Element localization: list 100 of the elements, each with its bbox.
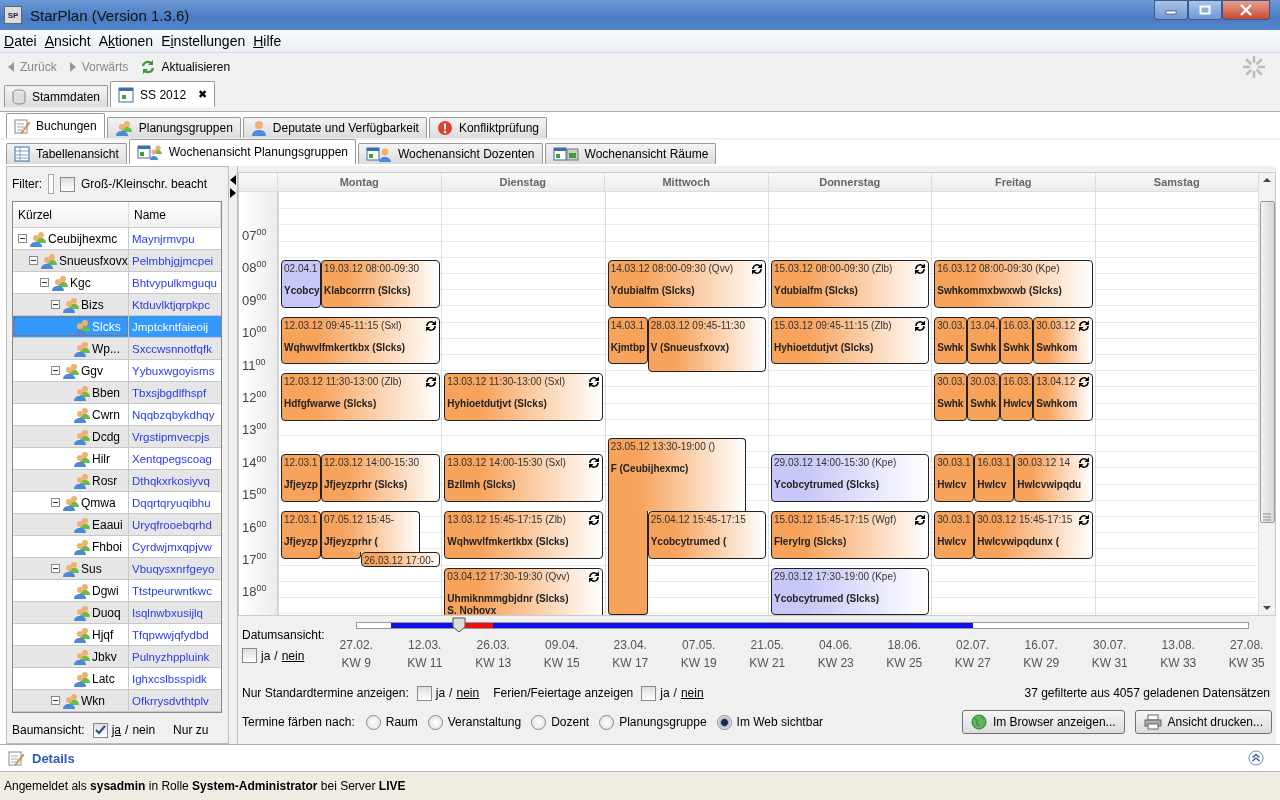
tree-row[interactable]: Sus Vbuqysxnrfgeyo bbox=[13, 558, 221, 580]
tab[interactable]: Konfliktprüfung bbox=[428, 117, 547, 138]
calendar-event[interactable]: 13.03.12 11:30-13:00 (Sxl) Hyhioetdutjvt (Slcks) bbox=[444, 373, 603, 422]
tree-row[interactable]: Snueusfxovx Pelmbhjgjmcpei bbox=[13, 250, 221, 272]
toolbar-button[interactable]: Aktualisieren bbox=[137, 57, 234, 77]
calendar-event[interactable]: 14.03.12 08:00-09:30 (Qvv) Ydubialfm (Slcks) bbox=[607, 260, 767, 308]
expand-up-icon[interactable] bbox=[1248, 750, 1264, 766]
tree-row[interactable]: Rosr Dthqkxrkosiyvq bbox=[13, 470, 221, 492]
tree-row[interactable]: Latc Ighxcslbsspidk bbox=[13, 668, 221, 690]
collapse-toggle-icon[interactable] bbox=[51, 300, 60, 309]
collapse-toggle-icon[interactable] bbox=[18, 234, 27, 243]
calendar-event[interactable]: 12.03.12 11:30-13:00 (Zlb) Hdfgfwarwe (Slcks) bbox=[281, 373, 440, 422]
collapse-toggle-icon[interactable] bbox=[40, 278, 49, 287]
calendar-event[interactable]: 29.03.12 14:00-15:30 (Kpe) Ycobcytrumed (Slcks) bbox=[771, 454, 930, 503]
print-button[interactable]: Ansicht drucken... bbox=[1134, 710, 1272, 734]
calendar-event[interactable]: 25.04.12 15:45-17:15 Ycobcytrumed ( bbox=[647, 511, 767, 559]
tab[interactable]: Tabellenansicht bbox=[6, 143, 127, 164]
tab[interactable]: Buchungen bbox=[6, 113, 105, 138]
calendar-event[interactable]: 28.03.12 09:45-11:30 V (Snueusfxovx) bbox=[647, 316, 767, 373]
maximize-button[interactable] bbox=[1188, 0, 1222, 20]
browser-button[interactable]: Im Browser anzeigen... bbox=[961, 710, 1125, 734]
tab[interactable]: Wochenansicht Dozenten bbox=[358, 143, 543, 164]
tree-row[interactable]: Bben Tbxsjbgdlfhspf bbox=[13, 382, 221, 404]
yes-link[interactable]: ja bbox=[111, 723, 122, 737]
calendar-event[interactable]: 15.03.12 08:00-09:30 (Zlb) Ydubialfm (Slcks) bbox=[771, 260, 930, 308]
yes-link[interactable]: ja bbox=[435, 686, 446, 700]
calendar-event[interactable]: 03.04.12 17:30-19:30 (Qvv) Uhmiknmmgbjdnr (Slcks) S. Nohovx bbox=[444, 567, 603, 615]
calendar-event[interactable]: 12.03.12 09:45-11:15 (Sxl) Wqhwvlfmkertkbx (Slcks) bbox=[281, 316, 440, 365]
close-button[interactable] bbox=[1222, 0, 1270, 20]
calendar-event-extension[interactable] bbox=[321, 551, 361, 559]
no-link[interactable]: nein bbox=[281, 648, 305, 663]
tree-row[interactable]: Hilr Xentqpegscoag bbox=[13, 448, 221, 470]
column-header[interactable]: Name bbox=[129, 202, 221, 227]
tree-row[interactable]: Kgc Bhtvypulkmguqu bbox=[13, 272, 221, 294]
checkbox[interactable] bbox=[92, 722, 108, 738]
calendar-event[interactable]: 30.03.12 15:45-17:15 Hwlcvwipqdunx ( bbox=[974, 511, 1093, 559]
tab[interactable]: Wochenansicht Räume bbox=[544, 143, 717, 164]
tree-row[interactable]: Wp... Sxccwsnnotfqfk bbox=[13, 338, 221, 360]
tab[interactable]: Stammdaten bbox=[4, 85, 109, 107]
tree-row[interactable]: Cwrn Nqqbzqbykdhqy bbox=[13, 404, 221, 426]
calendar-event[interactable]: 19.03.12 08:00-09:30 Klabcorrrn (Slcks) bbox=[321, 260, 440, 308]
radio-button[interactable] bbox=[716, 714, 732, 730]
menu-item[interactable]: Einstellungen bbox=[157, 30, 250, 52]
collapse-toggle-icon[interactable] bbox=[29, 256, 38, 265]
radio-button[interactable] bbox=[531, 714, 547, 730]
filter-field[interactable] bbox=[48, 174, 54, 194]
no-link[interactable]: nein bbox=[456, 686, 480, 700]
calendar-event[interactable]: 29.03.12 17:30-19:00 (Kpe) Ycobcytrumed (Slcks) bbox=[771, 567, 930, 615]
calendar-event[interactable]: 12.03.12 14:00-15:30 Jfjeyzprhr (Slcks) bbox=[321, 454, 440, 503]
calendar-event[interactable]: 30.03. Swhk bbox=[967, 373, 1001, 422]
scrollbar-thumb[interactable] bbox=[1259, 201, 1275, 523]
tab[interactable]: Deputate und Verfügbarkeit bbox=[242, 117, 427, 138]
calendar-event[interactable]: 30.03. Swhk bbox=[934, 373, 968, 422]
scroll-down-icon[interactable] bbox=[1262, 605, 1272, 611]
calendar-event[interactable]: 30.03.12 Swhkom bbox=[1033, 316, 1093, 365]
tab[interactable]: SS 2012 ✖ bbox=[110, 81, 216, 107]
collapse-toggle-icon[interactable] bbox=[51, 696, 60, 705]
calendar-event[interactable]: 13.03.12 15:45-17:15 (Zlb) Wqhwvlfmkertkbx (Slcks) bbox=[444, 511, 603, 559]
calendar-event[interactable]: 13.04.12 Swhkom bbox=[1033, 373, 1093, 422]
minimize-button[interactable] bbox=[1154, 0, 1188, 20]
tree-row[interactable]: Dgwi Ttstpeurwntkwc bbox=[13, 580, 221, 602]
calendar-event[interactable]: 30.03.12 14 Hwlcvwipqdu bbox=[1014, 454, 1093, 503]
calendar-event[interactable]: 16.03. Swhk bbox=[1000, 316, 1034, 365]
menu-item[interactable]: Datei bbox=[0, 30, 41, 52]
tree-row[interactable]: Hjqf Tfqpwwjqfydbd bbox=[13, 624, 221, 646]
calendar-event[interactable]: 15.03.12 09:45-11:15 (Zlb) Hyhioetdutjvt (Slcks) bbox=[771, 316, 930, 365]
calendar-event[interactable]: 07.05.12 15:45- Jfjeyzprhr ( bbox=[321, 511, 420, 552]
yes-link[interactable]: ja bbox=[261, 648, 271, 663]
menu-item[interactable]: Ansicht bbox=[40, 30, 95, 52]
tree-row[interactable]: Duoq Isqlnwbxusijlq bbox=[13, 602, 221, 624]
collapse-toggle-icon[interactable] bbox=[51, 564, 60, 573]
menu-item[interactable]: Hilfe bbox=[249, 30, 286, 52]
tree-row[interactable]: Bizs Ktduvlktjqrpkpc bbox=[13, 294, 221, 316]
calendar-event[interactable]: 14.03.1 Kjmtbp bbox=[607, 316, 648, 365]
calendar-event-extension[interactable] bbox=[607, 511, 648, 615]
splitter-arrows-icon[interactable] bbox=[230, 174, 236, 200]
tab[interactable]: Wochenansicht Planungsgruppen bbox=[128, 139, 356, 164]
radio-button[interactable] bbox=[427, 714, 443, 730]
slider-thumb[interactable] bbox=[452, 617, 466, 633]
checkbox[interactable] bbox=[641, 685, 657, 701]
calendar-event[interactable]: 12.03.1 Jfjeyzp bbox=[281, 511, 321, 559]
checkbox[interactable] bbox=[416, 685, 432, 701]
calendar-event[interactable]: 13.03.12 14:00-15:30 (Sxl) Bzllmh (Slcks) bbox=[444, 454, 603, 503]
calendar-event[interactable]: 13.04. Swhk bbox=[967, 316, 1001, 365]
no-link[interactable]: nein bbox=[132, 723, 156, 737]
checkbox[interactable] bbox=[60, 176, 75, 192]
radio-button[interactable] bbox=[599, 714, 615, 730]
menu-item[interactable]: Aktionen bbox=[94, 30, 158, 52]
calendar-event[interactable]: 30.03.1 Hwlcv bbox=[934, 511, 975, 559]
collapse-toggle-icon[interactable] bbox=[51, 498, 60, 507]
vertical-scrollbar[interactable] bbox=[1258, 173, 1275, 615]
calendar-event[interactable]: 26.03.12 17:00- bbox=[361, 551, 440, 567]
calendar-event[interactable]: 30.03. Swhk bbox=[934, 316, 968, 365]
tab[interactable]: Planungsgruppen bbox=[106, 117, 241, 138]
calendar-event[interactable]: 15.03.12 15:45-17:15 (Wgf) Flerylrg (Slcks) bbox=[771, 511, 930, 559]
calendar-event[interactable]: 12.03.1 Jfjeyzp bbox=[281, 454, 321, 503]
calendar-event[interactable]: 16.03.12 08:00-09:30 (Kpe) Swhkommxbwxwb (Slcks) bbox=[934, 260, 1093, 308]
tree-row[interactable]: Eaaui Uryqfrooebqrhd bbox=[13, 514, 221, 536]
calendar-event[interactable]: 16.03.1 Hwlcv bbox=[974, 454, 1015, 503]
calendar-event[interactable]: 16.03. Hwlcv bbox=[1000, 373, 1034, 422]
